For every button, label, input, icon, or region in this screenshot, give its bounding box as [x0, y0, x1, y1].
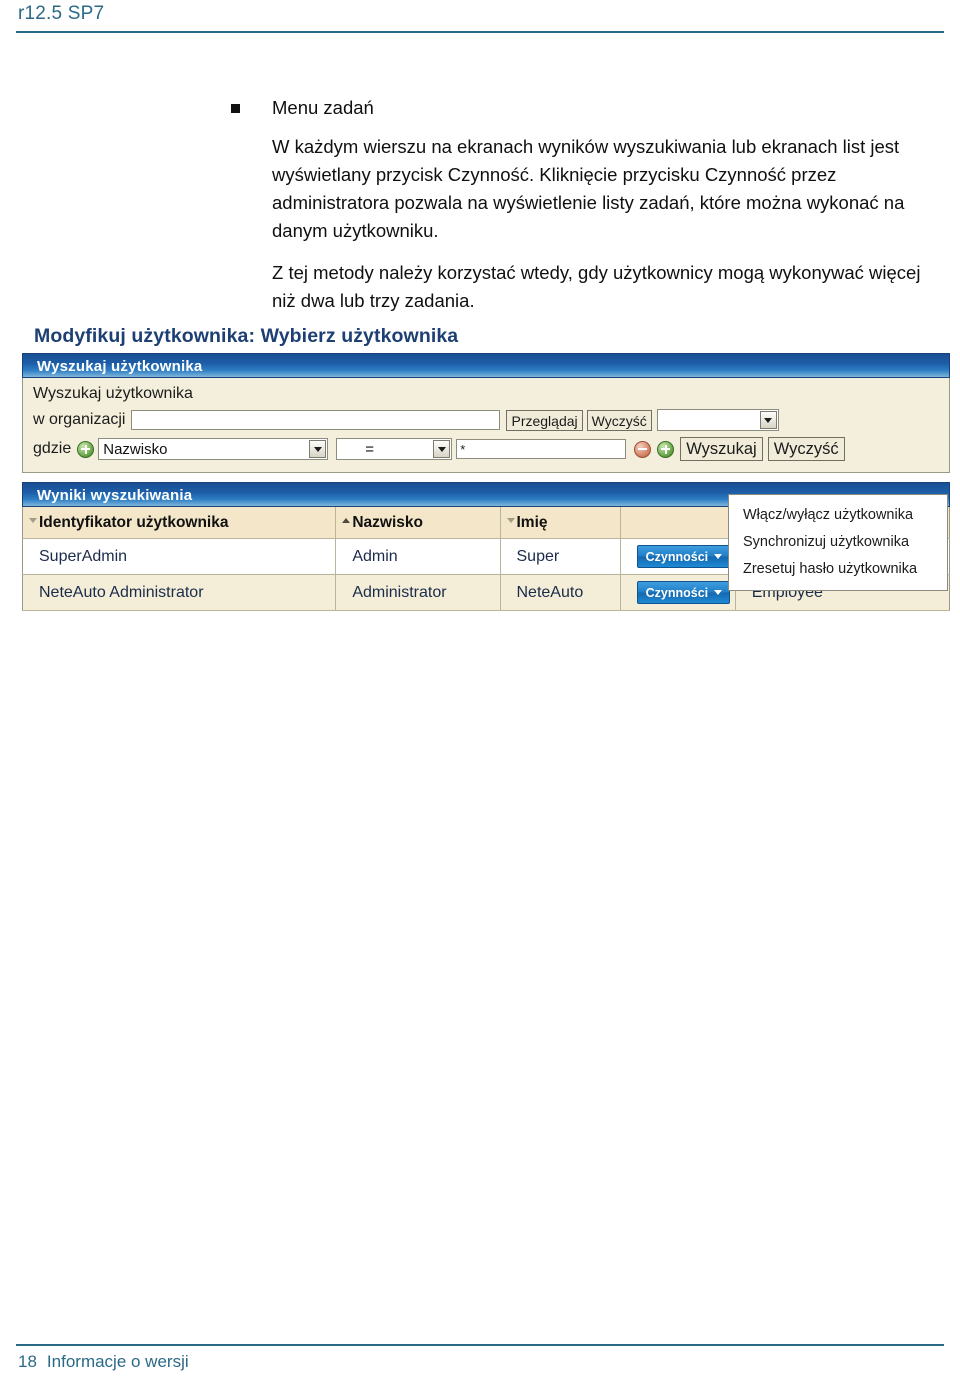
column-header-user-id[interactable]: Identyfikator użytkownika	[22, 507, 337, 539]
search-results-panel: Wyniki wyszukiwania Identyfikator użytko…	[22, 482, 950, 611]
cell-user-id: NeteAuto Administrator	[22, 574, 337, 611]
actions-button-label: Czynności	[645, 585, 709, 600]
plus-circle-icon[interactable]	[77, 440, 95, 458]
search-button[interactable]: Wyszukaj	[680, 437, 763, 461]
document-content: Menu zadań W każdym wierszu na ekranach …	[0, 95, 960, 315]
criteria-value-input[interactable]: *	[456, 439, 627, 459]
search-panel-body: Wyszukaj użytkownika w organizacji Przeg…	[22, 378, 950, 473]
clear-organization-button[interactable]: Wyczyść	[586, 409, 652, 431]
footer-divider	[16, 1344, 944, 1346]
sort-desc-icon	[506, 518, 515, 523]
chevron-down-icon[interactable]	[433, 440, 451, 458]
screenshot-page-title: Modyfikuj użytkownika: Wybierz użytkowni…	[34, 325, 459, 347]
footer-text: 18 Informacje o wersji	[18, 1352, 189, 1372]
chevron-down-icon	[714, 590, 723, 595]
reset-button[interactable]: Wyczyść	[767, 437, 845, 461]
document-version-label: r12.5 SP7	[18, 3, 105, 24]
search-panel-header: Wyszukaj użytkownika	[22, 353, 950, 378]
chevron-down-icon	[714, 554, 723, 559]
page-header: r12.5 SP7	[0, 0, 960, 38]
organization-type-select[interactable]	[656, 409, 779, 431]
organization-input[interactable]	[131, 410, 501, 430]
cell-last-name: Admin	[335, 538, 501, 575]
minus-circle-icon[interactable]	[634, 440, 652, 458]
actions-dropdown-menu: Włącz/wyłącz użytkownika Synchronizuj uż…	[728, 494, 948, 591]
embedded-app-screenshot: Modyfikuj użytkownika: Wybierz użytkowni…	[22, 325, 950, 611]
search-subheader: Wyszukaj użytkownika	[33, 385, 193, 402]
column-header-last-name[interactable]: Nazwisko	[335, 507, 501, 539]
organization-label: w organizacji	[33, 411, 126, 428]
menu-item-synchronize-user[interactable]: Synchronizuj użytkownika	[729, 529, 947, 556]
chevron-down-icon[interactable]	[759, 411, 777, 429]
bullet-item-menu-zadan: Menu zadań	[0, 95, 960, 121]
column-header-label: Identyfikator użytkownika	[39, 513, 229, 531]
cell-actions: Czynności	[620, 574, 736, 611]
cell-last-name: Administrator	[335, 574, 501, 611]
actions-button[interactable]: Czynności	[636, 581, 731, 604]
criteria-field-select[interactable]: Nazwisko	[98, 438, 329, 460]
header-divider	[16, 31, 944, 33]
actions-button[interactable]: Czynności	[636, 545, 731, 568]
cell-first-name: Super	[500, 538, 621, 575]
criteria-row: gdzie Nazwisko = * Wyszukaj Wyczyść	[23, 434, 949, 464]
actions-button-label: Czynności	[645, 549, 709, 564]
paragraph-2: Z tej metody należy korzystać wtedy, gdy…	[272, 262, 921, 311]
menu-item-toggle-user[interactable]: Włącz/wyłącz użytkownika	[729, 502, 947, 529]
column-header-actions	[620, 507, 736, 539]
organization-row: w organizacji Przeglądaj Wyczyść	[23, 406, 949, 434]
menu-item-reset-password[interactable]: Zresetuj hasło użytkownika	[729, 556, 947, 583]
bullet-title: Menu zadań	[272, 97, 374, 118]
page-number: 18	[18, 1352, 37, 1371]
sort-asc-icon	[342, 518, 351, 523]
search-user-panel: Wyszukaj użytkownika Wyszukaj użytkownik…	[22, 353, 950, 473]
cell-actions: Czynności	[620, 538, 736, 575]
column-header-label: Nazwisko	[352, 513, 423, 531]
square-bullet-icon	[231, 104, 240, 113]
where-label: gdzie	[33, 440, 72, 457]
page-footer: 18 Informacje o wersji	[0, 1330, 960, 1385]
criteria-operator-value: =	[365, 440, 375, 458]
column-header-label: Imię	[516, 513, 548, 531]
criteria-operator-select[interactable]: =	[336, 438, 453, 460]
plus-circle-icon[interactable]	[657, 440, 675, 458]
footer-doc-title: Informacje o wersji	[46, 1352, 189, 1371]
criteria-field-value: Nazwisko	[103, 440, 168, 458]
browse-button[interactable]: Przeglądaj	[506, 409, 583, 431]
cell-user-id: SuperAdmin	[22, 538, 337, 575]
chevron-down-icon[interactable]	[309, 440, 327, 458]
paragraph-1: W każdym wierszu na ekranach wyników wys…	[272, 136, 905, 241]
sort-desc-icon	[29, 518, 37, 523]
column-header-first-name[interactable]: Imię	[500, 507, 621, 539]
search-subheader-row: Wyszukaj użytkownika	[23, 382, 949, 406]
cell-first-name: NeteAuto	[500, 574, 621, 611]
